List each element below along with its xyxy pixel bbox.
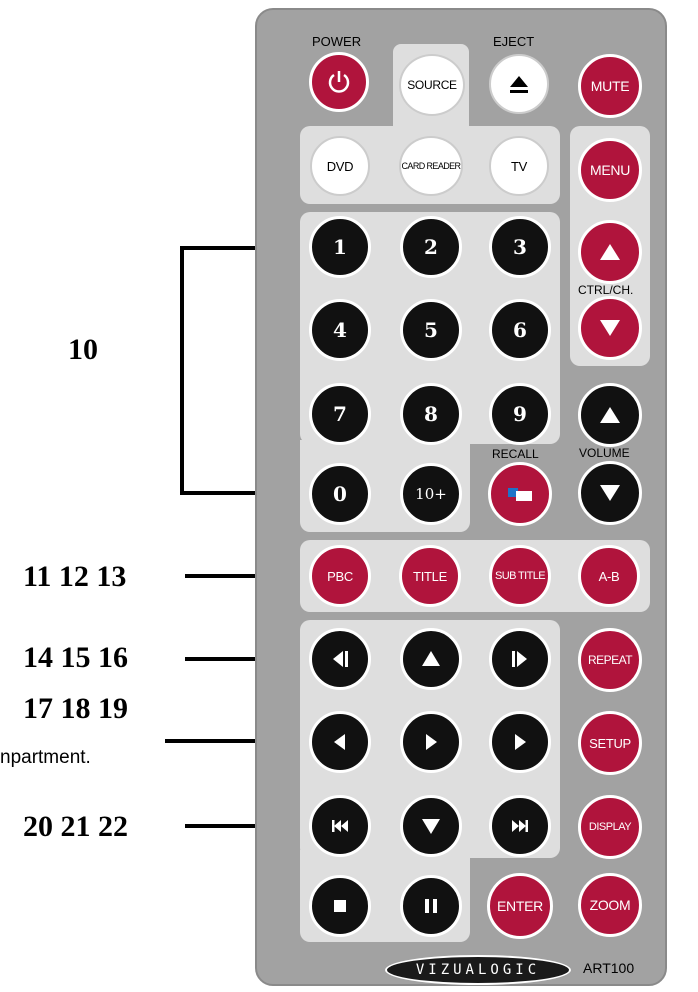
pbc-button[interactable]: PBC: [309, 545, 371, 607]
digit-6-button[interactable]: 6: [489, 299, 551, 361]
display-button[interactable]: DISPLAY: [578, 795, 642, 859]
digit-4-button[interactable]: 4: [309, 299, 371, 361]
pause-button[interactable]: [400, 875, 462, 937]
triangle-up-icon: [600, 244, 620, 260]
eject-icon: [510, 76, 528, 93]
play-icon: [426, 734, 437, 750]
left-button[interactable]: [309, 711, 371, 773]
digit-3-label: 3: [513, 235, 527, 259]
digit-9-label: 9: [513, 402, 527, 426]
step-back-icon: [333, 651, 348, 667]
stop-icon: [334, 900, 346, 912]
play-button[interactable]: [400, 711, 462, 773]
triangle-down-icon: [600, 320, 620, 336]
previous-button[interactable]: [309, 795, 371, 857]
digit-6-label: 6: [513, 318, 527, 342]
setup-button[interactable]: SETUP: [578, 711, 642, 775]
digit-10plus-button[interactable]: 10+: [400, 463, 462, 525]
skip-back-icon: [332, 820, 348, 832]
digit-1-button[interactable]: 1: [309, 216, 371, 278]
triangle-up-icon: [422, 651, 440, 666]
digit-0-label: 0: [333, 482, 347, 506]
down-button[interactable]: [400, 795, 462, 857]
tv-label: TV: [510, 158, 527, 174]
dvd-label: DVD: [326, 158, 354, 174]
digit-7-label: 7: [333, 402, 347, 426]
ch-up-button[interactable]: [578, 220, 642, 284]
recall-label: RECALL: [492, 447, 539, 461]
menu-button[interactable]: MENU: [578, 138, 642, 202]
next-button[interactable]: [489, 795, 551, 857]
tv-button[interactable]: TV: [489, 136, 549, 196]
sub-title-label: SUB TITLE: [494, 570, 546, 582]
brand-logo: VIZUALOGIC: [385, 955, 571, 985]
triangle-up-icon: [600, 407, 620, 423]
triangle-down-icon: [600, 485, 620, 501]
digit-9-button[interactable]: 9: [489, 383, 551, 445]
volume-label: VOLUME: [579, 446, 630, 460]
power-label: POWER: [312, 34, 362, 49]
power-button[interactable]: [309, 52, 369, 112]
ch-down-button[interactable]: [578, 296, 642, 360]
triangle-down-icon: [422, 819, 440, 834]
mute-label: MUTE: [590, 78, 630, 94]
volume-down-button[interactable]: [578, 461, 642, 525]
recall-button[interactable]: [488, 462, 552, 526]
step-forward-icon: [512, 651, 527, 667]
digit-0-button[interactable]: 0: [309, 463, 371, 525]
pause-icon: [425, 899, 437, 913]
digit-5-label: 5: [424, 318, 438, 342]
digit-7-button[interactable]: 7: [309, 383, 371, 445]
volume-up-button[interactable]: [578, 383, 642, 447]
enter-button[interactable]: ENTER: [487, 873, 553, 939]
slow-forward-button[interactable]: [489, 628, 551, 690]
repeat-label: REPEAT: [587, 653, 633, 667]
ab-button[interactable]: A-B: [578, 545, 640, 607]
pbc-label: PBC: [327, 568, 353, 584]
brand-logo-text: VIZUALOGIC: [415, 962, 541, 978]
digit-2-label: 2: [424, 235, 438, 259]
model-label: ART100: [583, 960, 635, 976]
digit-4-label: 4: [333, 318, 347, 342]
recall-icon: [508, 488, 532, 501]
zoom-label: ZOOM: [589, 897, 631, 913]
sub-title-button[interactable]: SUB TITLE: [489, 545, 551, 607]
triangle-right-icon: [515, 734, 526, 750]
digit-2-button[interactable]: 2: [400, 216, 462, 278]
right-button[interactable]: [489, 711, 551, 773]
power-icon: [328, 71, 350, 93]
card-reader-label: CARD READER: [401, 161, 462, 171]
eject-button[interactable]: [489, 54, 549, 114]
source-label: SOURCE: [407, 78, 457, 92]
display-label: DISPLAY: [588, 821, 632, 833]
setup-label: SETUP: [589, 735, 631, 751]
digit-5-button[interactable]: 5: [400, 299, 462, 361]
digit-1-label: 1: [333, 235, 347, 259]
digit-3-button[interactable]: 3: [489, 216, 551, 278]
digit-8-label: 8: [424, 402, 438, 426]
slow-back-button[interactable]: [309, 628, 371, 690]
ctrl-ch-label: CTRL/CH.: [578, 283, 634, 297]
card-reader-button[interactable]: CARD READER: [399, 136, 463, 196]
zoom-button[interactable]: ZOOM: [578, 873, 642, 937]
ab-label: A-B: [598, 568, 620, 584]
stop-button[interactable]: [309, 875, 371, 937]
mute-button[interactable]: MUTE: [578, 54, 642, 118]
menu-label: MENU: [589, 162, 631, 178]
triangle-left-icon: [334, 734, 345, 750]
title-button[interactable]: TITLE: [399, 545, 461, 607]
up-button[interactable]: [400, 628, 462, 690]
title-label: TITLE: [413, 568, 447, 584]
source-button[interactable]: SOURCE: [399, 54, 465, 116]
skip-forward-icon: [512, 820, 528, 832]
dvd-button[interactable]: DVD: [310, 136, 370, 196]
repeat-button[interactable]: REPEAT: [578, 628, 642, 692]
digit-8-button[interactable]: 8: [400, 383, 462, 445]
enter-label: ENTER: [497, 898, 543, 914]
digit-10plus-label: 10+: [415, 485, 447, 503]
eject-label: EJECT: [493, 34, 535, 49]
